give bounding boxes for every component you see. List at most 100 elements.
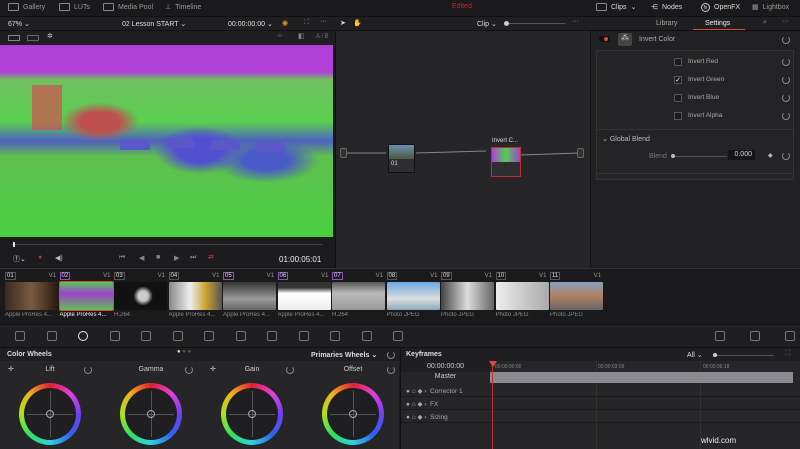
track-row[interactable]: ● ⌂ ◆ › FX [401, 397, 800, 410]
playhead-marker-icon[interactable] [489, 361, 497, 367]
fx-bypass-icon[interactable]: ⓕ⌄ [13, 254, 26, 264]
master-track-bar[interactable] [490, 372, 793, 383]
picker-icon[interactable]: ✛ [210, 365, 216, 373]
ab-toggle[interactable]: A / B [316, 34, 329, 40]
3d-icon[interactable] [393, 331, 403, 341]
wheel-center-handle[interactable] [349, 410, 357, 418]
timecode-select[interactable]: 00:00:00:00 ⌄ [228, 20, 273, 28]
nodes-button[interactable]: ⋲ Nodes [651, 3, 682, 12]
panel-more-icon[interactable]: ··· [782, 18, 789, 25]
play-icon[interactable]: ▶ [174, 254, 179, 262]
luts-button[interactable]: LUTs [59, 3, 90, 11]
rgb-mixer-icon[interactable] [109, 331, 120, 341]
expand-icon[interactable]: ⛶ [785, 350, 790, 358]
skip-back-icon[interactable]: ⏮ [119, 254, 125, 262]
effect-reset-icon[interactable] [782, 36, 790, 44]
clip-thumbnail[interactable]: 08 V1 Photo JPEG [386, 272, 440, 318]
reset-icon[interactable] [782, 58, 790, 66]
blur-icon[interactable] [298, 331, 309, 341]
reset-icon[interactable] [782, 112, 790, 120]
lift-wheel[interactable] [19, 383, 81, 445]
node-mode-select[interactable]: Clip ⌄ [477, 20, 497, 28]
clip-thumbnail[interactable]: 10 V1 Photo JPEG [495, 272, 549, 318]
tracker-icon[interactable] [267, 331, 277, 341]
clip-thumbnail[interactable]: 06 V1 Apple ProRes 4... [277, 272, 331, 318]
info-icon[interactable] [750, 331, 760, 341]
invert-alpha-checkbox[interactable] [674, 112, 682, 120]
play-reverse-icon[interactable]: ◀ [139, 254, 144, 262]
pointer-tool-icon[interactable]: ➤ [340, 19, 346, 27]
gain-wheel[interactable] [221, 383, 283, 445]
keyframe-zoom-handle[interactable] [713, 353, 717, 357]
blend-slider-handle[interactable] [671, 154, 675, 158]
track-row[interactable]: ● ⌂ ◆ › Sizing [401, 410, 800, 423]
key-icon[interactable] [330, 331, 340, 341]
tab-settings[interactable]: Settings [705, 20, 730, 27]
settings-icon[interactable] [785, 331, 795, 341]
reset-all-icon[interactable] [387, 351, 395, 359]
openfx-button[interactable]: fx OpenFX [701, 3, 740, 12]
page-dots[interactable]: ● ● ● [177, 349, 191, 355]
node-02[interactable] [491, 147, 521, 177]
node-01[interactable]: 01 [388, 144, 415, 173]
timeline-select[interactable]: 02 Lesson START ⌄ [122, 20, 186, 28]
clip-thumbnail[interactable]: 01 V1 Apple ProRes 4... [5, 272, 58, 318]
keyframe-filter-select[interactable]: All ⌄ [687, 351, 703, 359]
clips-button[interactable]: Clips ⌄ [596, 3, 636, 11]
wheel-reset-icon[interactable] [387, 366, 395, 374]
more-options-icon[interactable]: ··· [320, 18, 327, 25]
wheel-reset-icon[interactable] [185, 366, 193, 374]
hand-tool-icon[interactable]: ✋ [353, 19, 362, 27]
track-row[interactable]: ● ⌂ ◆ › Corrector 1 [401, 384, 800, 397]
clip-thumbnail[interactable]: 02 V1 Apple ProRes 4... [58, 272, 114, 318]
wheels-mode-select[interactable]: Primaries Wheels ⌄ [311, 351, 377, 359]
scopes-icon[interactable] [715, 331, 725, 341]
global-blend-section[interactable]: ⌄ Global Blend [602, 135, 650, 143]
invert-blue-checkbox[interactable] [674, 94, 682, 102]
motion-effects-icon[interactable] [141, 331, 151, 341]
wheel-center-handle[interactable] [46, 410, 54, 418]
node-zoom-slider[interactable] [505, 23, 565, 24]
wheel-reset-icon[interactable] [84, 366, 92, 374]
sizing-icon[interactable] [361, 331, 372, 341]
scrubber[interactable] [12, 244, 322, 245]
scrubber-playhead[interactable] [13, 242, 15, 247]
wheel-center-handle[interactable] [248, 410, 256, 418]
fullscreen-icon[interactable]: ⛶ [304, 19, 309, 27]
wipe-icon[interactable]: ◧ [298, 32, 305, 40]
keyframe-zoom-slider[interactable] [714, 355, 774, 356]
highlight-icon[interactable]: ⁘ [277, 32, 283, 40]
blend-slider[interactable] [672, 156, 727, 157]
color-wheels-icon[interactable] [78, 331, 88, 341]
reset-icon[interactable] [782, 76, 790, 84]
qualifier-icon[interactable] [204, 331, 214, 341]
blend-value-input[interactable]: 0.000 [728, 150, 755, 160]
loop-icon[interactable]: ⇄ [208, 253, 214, 261]
node-graph[interactable]: 01 Invert C... [335, 31, 590, 268]
clip-thumbnail[interactable]: 07 V1 H.264 [332, 272, 385, 318]
viewer-image[interactable] [0, 45, 333, 237]
node-zoom-handle[interactable] [504, 21, 509, 26]
invert-green-checkbox[interactable]: ✓ [674, 76, 682, 84]
clip-thumbnail[interactable]: 03 V1 H.264 [114, 272, 167, 318]
effect-toggle[interactable] [599, 36, 610, 42]
volume-icon[interactable]: ◀) [55, 254, 63, 262]
magic-wand-icon[interactable]: ✲ [47, 32, 53, 40]
reset-icon[interactable] [782, 152, 790, 160]
media-pool-button[interactable]: Media Pool [103, 3, 153, 11]
camera-raw-icon[interactable] [15, 331, 25, 341]
tab-library[interactable]: Library [656, 20, 677, 27]
clip-thumbnail[interactable]: 09 V1 Photo JPEG [441, 272, 494, 318]
invert-red-checkbox[interactable] [674, 58, 682, 66]
search-icon[interactable]: ⌕ [763, 19, 767, 27]
zoom-select[interactable]: 67% ⌄ [8, 20, 30, 28]
input-node[interactable] [340, 148, 347, 158]
curves-icon[interactable] [172, 331, 183, 341]
wheel-center-handle[interactable] [147, 410, 155, 418]
lightbox-button[interactable]: ▦ Lightbox [752, 3, 789, 12]
reset-icon[interactable] [782, 94, 790, 102]
output-node[interactable] [577, 148, 584, 158]
split-view-icon[interactable] [27, 35, 39, 41]
picker-icon[interactable]: ✛ [8, 365, 14, 373]
wheel-reset-icon[interactable] [286, 366, 294, 374]
